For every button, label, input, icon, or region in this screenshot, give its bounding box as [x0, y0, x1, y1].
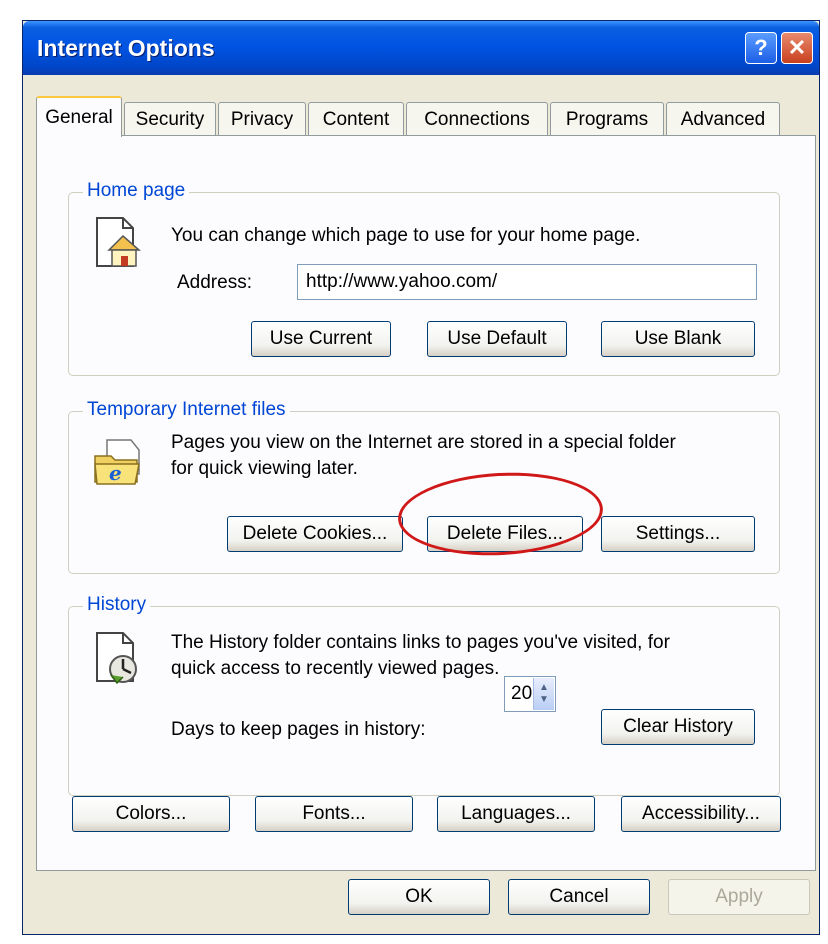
use-blank-button[interactable]: Use Blank — [601, 321, 755, 357]
ok-button[interactable]: OK — [348, 879, 490, 915]
button-label: Languages... — [461, 803, 571, 824]
tab-general[interactable]: General — [36, 96, 122, 137]
button-label: Fonts... — [302, 803, 366, 824]
address-input[interactable] — [297, 264, 757, 300]
button-label: Cancel — [549, 886, 609, 907]
tab-label: Privacy — [230, 108, 294, 130]
apply-button[interactable]: Apply — [668, 879, 810, 915]
fonts-button[interactable]: Fonts... — [255, 796, 413, 832]
settings-button[interactable]: Settings... — [601, 516, 755, 552]
svg-text:e: e — [109, 461, 122, 485]
use-current-button[interactable]: Use Current — [251, 321, 391, 357]
button-label: Accessibility... — [642, 803, 760, 824]
temp-files-legend: Temporary Internet files — [83, 399, 290, 421]
tab-privacy[interactable]: Privacy — [218, 102, 306, 136]
spinner-buttons[interactable]: ▲ ▼ — [533, 678, 554, 710]
tab-label: Security — [135, 108, 205, 130]
clear-history-button[interactable]: Clear History — [601, 709, 755, 745]
home-page-icon — [96, 217, 141, 267]
button-label: Use Blank — [634, 328, 722, 349]
days-spinner[interactable]: 20 ▲ ▼ — [504, 676, 556, 712]
history-description-2: quick access to recently viewed pages. — [171, 658, 500, 679]
days-label: Days to keep pages in history: — [171, 719, 426, 740]
history-description-1: The History folder contains links to pag… — [171, 632, 670, 653]
history-clock-icon — [96, 632, 137, 685]
use-default-button[interactable]: Use Default — [427, 321, 567, 357]
tab-strip: General Security Privacy Content Connect… — [36, 96, 816, 137]
tab-content[interactable]: Content — [308, 102, 404, 136]
colors-button[interactable]: Colors... — [72, 796, 230, 832]
tab-advanced[interactable]: Advanced — [666, 102, 780, 136]
button-label: Clear History — [623, 716, 733, 737]
home-page-legend: Home page — [83, 180, 190, 202]
ie-folder-icon: e — [94, 439, 140, 485]
spin-up-icon[interactable]: ▲ — [539, 682, 549, 694]
tab-label: General — [45, 106, 113, 128]
button-label: Delete Cookies... — [242, 523, 388, 544]
button-label: Use Current — [269, 328, 373, 349]
languages-button[interactable]: Languages... — [437, 796, 595, 832]
button-label: Apply — [715, 886, 763, 907]
temp-files-description-2: for quick viewing later. — [171, 458, 358, 479]
cancel-button[interactable]: Cancel — [508, 879, 650, 915]
tab-label: Content — [322, 108, 390, 130]
button-label: Use Default — [447, 328, 547, 349]
temp-files-description-1: Pages you view on the Internet are store… — [171, 432, 676, 453]
history-legend: History — [83, 594, 151, 616]
tab-security[interactable]: Security — [124, 102, 216, 136]
days-value: 20 — [511, 683, 533, 704]
button-label: OK — [405, 886, 433, 907]
tab-label: Connections — [424, 108, 530, 130]
home-page-description: You can change which page to use for you… — [171, 225, 641, 246]
dialog-content: General Security Privacy Content Connect… — [22, 20, 820, 935]
tab-connections[interactable]: Connections — [406, 102, 548, 136]
button-label: Colors... — [115, 803, 187, 824]
tab-label: Advanced — [680, 108, 766, 130]
spin-down-icon[interactable]: ▼ — [539, 694, 549, 706]
address-label: Address: — [177, 272, 252, 293]
delete-cookies-button[interactable]: Delete Cookies... — [227, 516, 403, 552]
button-label: Settings... — [635, 523, 721, 544]
tab-label: Programs — [565, 108, 649, 130]
accessibility-button[interactable]: Accessibility... — [621, 796, 781, 832]
tab-programs[interactable]: Programs — [550, 102, 664, 136]
